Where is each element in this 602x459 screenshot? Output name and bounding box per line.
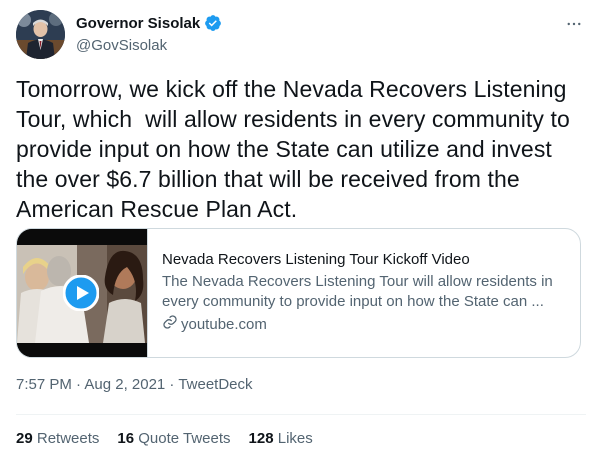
likes-count: 128	[248, 430, 274, 447]
tweet-timestamp[interactable]: 7:57 PM · Aug 2, 2021 · TweetDeck	[16, 376, 253, 393]
card-title: Nevada Recovers Listening Tour Kickoff V…	[162, 251, 470, 268]
verified-badge-icon	[204, 14, 222, 32]
author-name-row: Governor Sisolak	[76, 14, 222, 32]
card-thumbnail[interactable]	[17, 229, 148, 357]
card-body[interactable]: Nevada Recovers Listening Tour Kickoff V…	[148, 229, 580, 357]
link-card[interactable]: Nevada Recovers Listening Tour Kickoff V…	[16, 228, 581, 358]
tweet-text: Tomorrow, we kick off the Nevada Recover…	[16, 76, 577, 222]
author-handle[interactable]: @GovSisolak	[76, 37, 167, 54]
card-description: The Nevada Recovers Listening Tour will …	[162, 273, 553, 310]
link-icon	[162, 314, 178, 336]
tweet: Governor Sisolak @GovSisolak Tomorrow, w…	[0, 0, 602, 459]
quote-tweets-label: Quote Tweets	[138, 430, 231, 447]
likes-stat[interactable]: 128 Likes	[249, 430, 313, 447]
display-name[interactable]: Governor Sisolak	[76, 15, 200, 32]
retweets-count: 29	[16, 430, 33, 447]
tweet-stats: 29 Retweets 16 Quote Tweets 128 Likes	[16, 430, 313, 447]
more-horizontal-icon	[565, 15, 583, 38]
quote-tweets-count: 16	[117, 430, 135, 447]
quote-tweets-stat[interactable]: 16 Quote Tweets	[117, 430, 230, 447]
more-button[interactable]	[560, 12, 588, 40]
retweets-stat[interactable]: 29 Retweets	[16, 430, 99, 447]
likes-label: Likes	[277, 430, 313, 447]
card-domain: youtube.com	[162, 314, 566, 336]
card-domain-text: youtube.com	[181, 316, 267, 333]
retweets-label: Retweets	[36, 430, 100, 447]
avatar[interactable]	[16, 10, 65, 59]
play-icon[interactable]	[62, 274, 100, 312]
divider	[16, 414, 586, 415]
